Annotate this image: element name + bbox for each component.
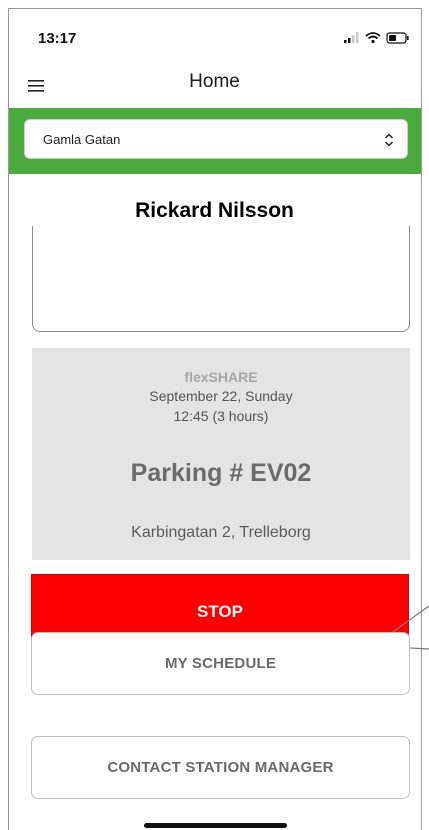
frame-border-right	[421, 8, 422, 830]
signal-icon	[344, 32, 359, 43]
message-panel	[32, 226, 410, 332]
booking-parking-spot: Parking # EV02	[130, 459, 312, 487]
frame-border-top	[8, 8, 422, 9]
wifi-icon	[365, 32, 381, 44]
home-indicator[interactable]	[144, 823, 287, 828]
user-name: Rickard Nilsson	[135, 199, 294, 222]
station-select[interactable]: Gamla Gatan	[24, 119, 408, 159]
booking-date: September 22, Sunday	[149, 388, 293, 404]
my-schedule-button-label: MY SCHEDULE	[164, 655, 277, 672]
app-screen: 13:17 Home Gamla Gatan Rickard Nilsson f…	[0, 0, 429, 830]
status-time: 13:17	[38, 30, 77, 47]
status-icons	[344, 31, 414, 45]
select-chevrons-icon	[383, 131, 395, 149]
booking-service: flexSHARE	[184, 369, 258, 385]
contact-station-manager-button[interactable]: CONTACT STATION MANAGER	[31, 736, 410, 799]
contact-station-manager-button-label: CONTACT STATION MANAGER	[107, 759, 334, 776]
my-schedule-button[interactable]: MY SCHEDULE	[31, 632, 410, 695]
booking-address: Karbingatan 2, Trelleborg	[131, 524, 311, 541]
stop-button-label: STOP	[197, 602, 243, 621]
page-title: Home	[189, 71, 240, 92]
booking-card: flexSHARE September 22, Sunday 12:45 (3 …	[32, 348, 410, 560]
booking-time: 12:45 (3 hours)	[173, 408, 269, 424]
battery-icon	[386, 32, 409, 44]
station-select-value: Gamla Gatan	[43, 132, 121, 147]
